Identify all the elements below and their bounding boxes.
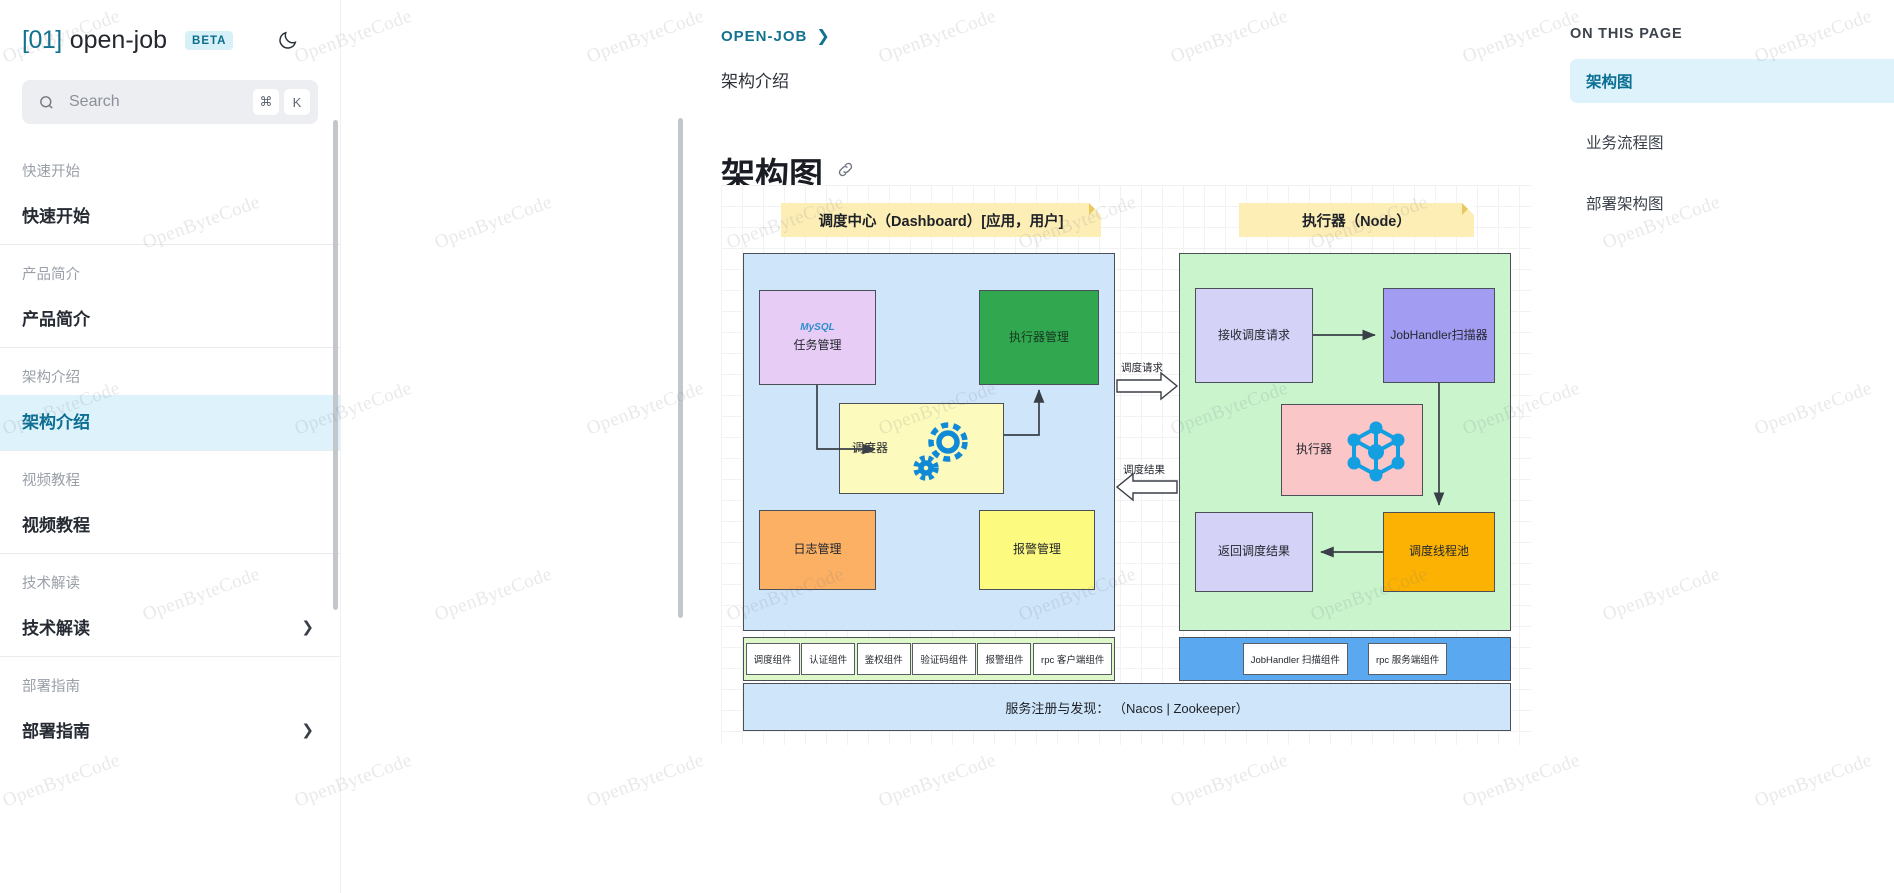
node-alarm-management[interactable]: 报警管理 <box>979 510 1095 590</box>
nav-category-label: 快速开始 <box>22 164 80 180</box>
node-label: 执行器管理 <box>1008 329 1069 344</box>
sidebar-item-label: 产品简介 <box>22 310 90 329</box>
toc-item-deployment-architecture[interactable]: 部署架构图 <box>1570 181 1894 225</box>
nav-group-deploy: 部署指南 部署指南 ❯ <box>0 656 340 759</box>
shortcut-k-key: K <box>284 89 310 115</box>
sidebar-item-architecture[interactable]: 架构介绍 <box>0 395 340 450</box>
component-chip[interactable]: 认证组件 <box>801 643 856 675</box>
sidebar-scrollbar[interactable] <box>333 120 338 610</box>
cube-network-icon <box>1340 416 1412 491</box>
chevron-right-icon: ❯ <box>301 618 314 636</box>
nav-group-quickstart: 快速开始 快速开始 <box>0 142 340 244</box>
component-chip[interactable]: 报警组件 <box>977 643 1032 675</box>
node-executor[interactable]: 执行器 <box>1281 404 1423 496</box>
architecture-diagram: 调度中心（Dashboard）[应用，用户] 执行器（Node） MySQL 任… <box>721 185 1531 745</box>
on-this-page-panel: ON THIS PAGE 架构图 业务流程图 部署架构图 <box>1554 0 1894 893</box>
node-label: 调度器 <box>852 440 889 455</box>
node-task-management[interactable]: MySQL 任务管理 <box>759 290 876 385</box>
app-root: [01] open-job BETA Search ⌘ K 快速开始 快速开始 … <box>0 0 1894 893</box>
chevron-right-icon: ❯ <box>301 721 314 739</box>
node-label: 任务管理 <box>793 338 842 353</box>
node-jobhandler-scanner[interactable]: JobHandler扫描器 <box>1383 288 1495 383</box>
shortcut-cmd-key: ⌘ <box>253 89 279 115</box>
note-dashboard: 调度中心（Dashboard）[应用，用户] <box>781 203 1101 237</box>
search-icon <box>38 94 55 111</box>
breadcrumb-root[interactable]: OPEN-JOB <box>721 28 807 45</box>
brand[interactable]: [01] open-job BETA <box>0 0 340 58</box>
node-label: 调度线程池 <box>1408 544 1469 559</box>
brand-bracket: [01] <box>22 25 62 54</box>
sidebar-item-product[interactable]: 产品简介 <box>0 292 340 347</box>
search-input[interactable]: Search ⌘ K <box>22 80 318 124</box>
toc-item-architecture-diagram[interactable]: 架构图 <box>1570 59 1894 103</box>
component-chip[interactable]: 验证码组件 <box>912 643 976 675</box>
dashboard-components-strip: 调度组件 认证组件 鉴权组件 验证码组件 报警组件 rpc 客户端组件 <box>743 637 1115 681</box>
sidebar: [01] open-job BETA Search ⌘ K 快速开始 快速开始 … <box>0 0 340 893</box>
nav-category-label: 架构介绍 <box>22 370 80 386</box>
nav-category-label: 部署指南 <box>22 679 80 695</box>
gears-icon <box>908 416 978 491</box>
link-icon[interactable] <box>836 160 855 185</box>
sidebar-item-video[interactable]: 视频教程 <box>0 498 340 553</box>
nav-category-label: 产品简介 <box>22 267 80 283</box>
nav-group-product: 产品简介 产品简介 <box>0 244 340 347</box>
connection-label-request: 调度请求 <box>1121 362 1163 374</box>
node-return-result[interactable]: 返回调度结果 <box>1195 512 1313 592</box>
sidebar-item-label: 架构介绍 <box>22 413 90 432</box>
sidebar-item-label: 视频教程 <box>22 516 90 535</box>
component-chip[interactable]: 调度组件 <box>745 643 800 675</box>
nav-group-video: 视频教程 视频教程 <box>0 450 340 553</box>
note-executor: 执行器（Node） <box>1239 203 1474 237</box>
sidebar-nav: 快速开始 快速开始 产品简介 产品简介 架构介绍 架构介绍 视频教程 视频教程 … <box>0 142 340 759</box>
node-log-management[interactable]: 日志管理 <box>759 510 876 590</box>
mysql-icon: MySQL <box>800 322 835 334</box>
toc-item-business-flow[interactable]: 业务流程图 <box>1570 120 1894 164</box>
node-scheduler-threadpool[interactable]: 调度线程池 <box>1383 512 1495 592</box>
node-label: 日志管理 <box>793 542 842 557</box>
sidebar-item-label: 技术解读 <box>22 619 90 638</box>
search-placeholder: Search <box>69 93 120 110</box>
sidebar-item-quickstart[interactable]: 快速开始 <box>0 189 340 244</box>
sidebar-item-deploy[interactable]: 部署指南 ❯ <box>0 704 340 759</box>
node-label: JobHandler扫描器 <box>1390 327 1488 342</box>
component-chip[interactable]: JobHandler 扫描组件 <box>1242 643 1348 675</box>
component-chip[interactable]: 鉴权组件 <box>856 643 911 675</box>
brand-name: open-job <box>69 25 168 54</box>
toc-heading: ON THIS PAGE <box>1570 26 1683 42</box>
component-chip[interactable]: rpc 服务端组件 <box>1367 643 1448 675</box>
breadcrumb: OPEN-JOB ❯ 架构介绍 <box>341 0 1554 92</box>
main-content: OPEN-JOB ❯ 架构介绍 架构图 调度中心（Dashboard）[应用，用… <box>340 0 1554 893</box>
sidebar-item-label: 部署指南 <box>22 722 90 741</box>
nav-category-label: 视频教程 <box>22 473 80 489</box>
nav-group-tech: 技术解读 技术解读 ❯ <box>0 553 340 656</box>
moon-icon[interactable] <box>274 26 302 54</box>
content-scrollbar[interactable] <box>678 118 683 618</box>
node-label: 执行器 <box>1296 442 1333 457</box>
component-chip[interactable]: rpc 客户端组件 <box>1033 643 1113 675</box>
node-label: 返回调度结果 <box>1217 544 1290 559</box>
sidebar-item-label: 快速开始 <box>22 207 90 226</box>
chevron-right-icon: ❯ <box>816 28 830 45</box>
nav-category-label: 技术解读 <box>22 576 80 592</box>
node-receive-request[interactable]: 接收调度请求 <box>1195 288 1313 383</box>
node-label: 接收调度请求 <box>1217 327 1290 342</box>
nav-group-architecture: 架构介绍 架构介绍 <box>0 347 340 450</box>
beta-badge: BETA <box>185 30 234 50</box>
executor-components-strip: JobHandler 扫描组件 rpc 服务端组件 <box>1179 637 1511 681</box>
node-scheduler[interactable]: 调度器 <box>839 403 1004 494</box>
sidebar-item-tech[interactable]: 技术解读 ❯ <box>0 601 340 656</box>
breadcrumb-current: 架构介绍 <box>721 72 789 91</box>
node-executor-management[interactable]: 执行器管理 <box>979 290 1099 385</box>
service-registry-bar: 服务注册与发现： （Nacos | Zookeeper） <box>743 683 1511 731</box>
node-label: 报警管理 <box>1012 542 1061 557</box>
connection-label-result: 调度结果 <box>1123 464 1165 476</box>
